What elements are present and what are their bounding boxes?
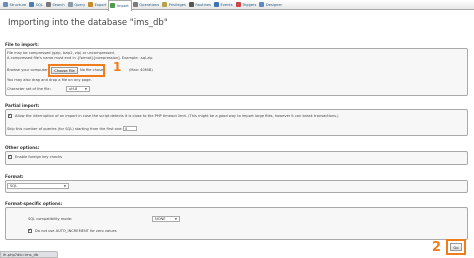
- tab-operations[interactable]: Operations: [132, 0, 161, 10]
- tab-events[interactable]: Events: [213, 0, 235, 10]
- designer-icon: [259, 2, 265, 7]
- tab-triggers[interactable]: Triggers: [235, 0, 259, 10]
- tab-structure[interactable]: Structure: [2, 0, 28, 10]
- allow-interrupt-label: Allow the interruption of an import in c…: [15, 114, 339, 118]
- drag-drop-note: You may also drag and drop a file on any…: [7, 78, 92, 82]
- tab-search[interactable]: Search: [45, 0, 67, 10]
- tab-label: SQL: [35, 2, 43, 7]
- tab-label: Import: [116, 3, 129, 8]
- format-select[interactable]: SQL ▼: [7, 183, 69, 189]
- other-options-heading: Other options:: [5, 145, 40, 150]
- tab-privileges[interactable]: Privileges: [161, 0, 188, 10]
- triggers-icon: [235, 2, 241, 7]
- compat-mode-value: NONE: [155, 217, 166, 221]
- export-icon: [88, 2, 94, 7]
- charset-label: Character set of the file:: [7, 87, 51, 91]
- chevron-down-icon: ▼: [63, 184, 66, 188]
- sql-icon: [29, 2, 35, 7]
- tab-import[interactable]: Import: [108, 0, 132, 11]
- tab-label: Operations: [139, 2, 160, 7]
- tab-label: Privileges: [168, 2, 186, 7]
- tab-export[interactable]: Export: [87, 0, 108, 10]
- charset-value: utf-8: [69, 87, 78, 91]
- go-button[interactable]: Go: [450, 243, 462, 251]
- search-icon: [45, 2, 51, 7]
- step1-number: 1: [113, 60, 122, 74]
- auto-increment-checkbox[interactable]: ✓: [28, 228, 32, 233]
- compression-note: File may be compressed (gzip, bzip2, zip…: [7, 51, 115, 55]
- partial-import-heading: Partial import:: [5, 103, 40, 108]
- step2-number: 2: [432, 240, 442, 255]
- structure-icon: [3, 2, 8, 7]
- tab-label: Search: [52, 2, 65, 7]
- foreign-key-checkbox[interactable]: ✓: [8, 154, 12, 159]
- privileges-icon: [162, 2, 168, 7]
- filename-note: A compressed file's name must end in .[f…: [7, 56, 153, 60]
- chevron-down-icon: ▼: [174, 217, 177, 221]
- step1-highlight: [48, 64, 105, 77]
- format-box: [5, 180, 468, 193]
- format-value: SQL: [10, 184, 18, 188]
- operations-icon: [132, 2, 138, 7]
- tab-query[interactable]: Query: [67, 0, 87, 10]
- tab-designer[interactable]: Designer: [258, 0, 284, 10]
- max-size: (Max: 40MiB): [129, 68, 153, 72]
- tab-bar: Structure SQL Search Query Export Import Opera…: [0, 0, 474, 11]
- chevron-down-icon: ▼: [84, 87, 87, 91]
- page-title: Importing into the database "ims_db": [8, 18, 168, 28]
- routines-icon: [188, 2, 194, 7]
- format-specific-box: [5, 207, 468, 240]
- status-bar-url: lh.php?db=ims_db: [0, 251, 58, 258]
- file-import-heading: File to import:: [5, 42, 39, 47]
- tab-label: Triggers: [242, 2, 257, 7]
- charset-select[interactable]: utf-8 ▼: [66, 86, 90, 92]
- browse-label: Browse your computer:: [7, 68, 49, 72]
- tab-label: Structure: [9, 2, 27, 7]
- format-specific-heading: Format-specific options:: [5, 201, 63, 206]
- events-icon: [213, 2, 219, 7]
- tab-label: Query: [74, 2, 86, 7]
- auto-increment-label: Do not use AUTO_INCREMENT for zero value…: [35, 229, 117, 233]
- import-icon: [110, 3, 116, 8]
- tab-label: Designer: [265, 2, 283, 7]
- skip-queries-label: Skip this number of queries (for SQL) st…: [7, 127, 123, 131]
- tab-label: Routines: [195, 2, 211, 7]
- format-heading: Format:: [5, 174, 24, 179]
- other-options-box: [5, 151, 468, 165]
- allow-interrupt-checkbox[interactable]: ✓: [8, 113, 12, 118]
- compat-mode-select[interactable]: NONE ▼: [152, 216, 180, 222]
- tab-label: Events: [220, 2, 233, 7]
- tab-label: Export: [94, 2, 107, 7]
- tab-sql[interactable]: SQL: [28, 0, 45, 10]
- query-icon: [67, 2, 73, 7]
- foreign-key-label: Enable foreign key checks: [15, 155, 62, 159]
- compat-mode-label: SQL compatibility mode:: [28, 217, 73, 221]
- skip-queries-input[interactable]: 0: [123, 126, 137, 131]
- tab-routines[interactable]: Routines: [188, 0, 213, 10]
